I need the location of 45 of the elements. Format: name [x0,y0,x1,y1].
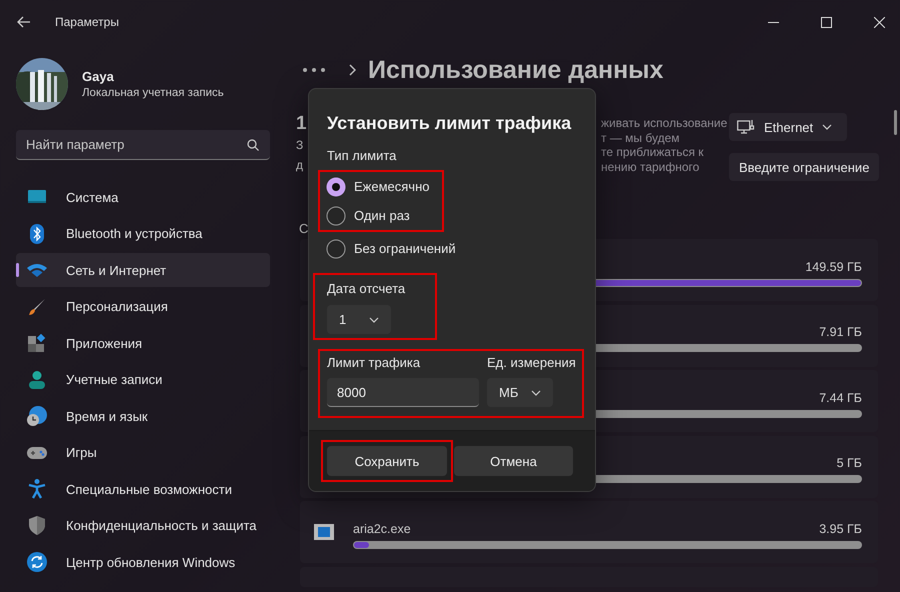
nav-item[interactable]: Bluetooth и устройства [16,216,270,250]
radio-option[interactable]: Ежемесячно [326,172,436,201]
radio-option[interactable]: Без ограничений [326,234,456,263]
date-dropdown[interactable]: 1 [327,305,391,334]
nav-item[interactable]: Игры [16,436,270,470]
usage-amount: 7.91 ГБ [819,325,862,339]
unit-dropdown[interactable]: МБ [487,378,553,407]
window-title: Параметры [55,15,119,29]
nav-item[interactable]: Система [16,180,270,214]
usage-amount: 149.59 ГБ [805,260,862,274]
dialog-title: Установить лимит трафика [327,113,572,134]
cancel-button[interactable]: Отмена [454,446,573,476]
limit-label: Лимит трафика [327,355,420,370]
app-name: aria2c.exe [353,522,411,536]
nav-item[interactable]: Специальные возможности [16,472,270,506]
save-button[interactable]: Сохранить [327,446,447,476]
search-field[interactable]: Найти параметр [16,130,270,160]
network-dropdown[interactable]: Ethernet [729,113,847,141]
description-text: живать использование [601,116,728,130]
account-type: Локальная учетная запись [82,87,224,99]
unit-label: Ед. измерения [487,355,576,370]
description-text: те приближаться к [601,145,705,160]
nav-item[interactable]: Центр обновления Windows [16,545,270,579]
usage-amount: 5 ГБ [836,456,862,470]
limit-type-label: Тип лимита [327,148,396,163]
page-title: Использование данных [368,56,664,84]
nav-item[interactable]: Приложения [16,326,270,360]
summary-text: д [296,157,304,174]
nav-item[interactable]: Учетные записи [16,362,270,396]
nav-item[interactable]: Сеть и Интернет [16,253,270,287]
usage-amount: 3.95 ГБ [819,522,862,536]
limit-input[interactable]: 8000 [327,378,479,407]
nav-item[interactable]: Конфиденциальность и защита [16,508,270,542]
description-text: нению тарифного [601,160,700,174]
section-heading: С [299,221,310,237]
summary-text: 1 [296,113,306,135]
limit-button[interactable]: Введите ограничение [729,153,880,181]
description-text: т — мы будем [601,130,681,145]
nav-item[interactable]: Персонализация [16,290,270,324]
user-name: Gaya [82,69,115,84]
summary-text: З [296,137,304,154]
reset-date-label: Дата отсчета [327,281,406,296]
radio-option[interactable]: Один раз [326,201,436,230]
nav-item[interactable]: Время и язык [16,399,270,433]
usage-amount: 7.44 ГБ [819,390,862,404]
